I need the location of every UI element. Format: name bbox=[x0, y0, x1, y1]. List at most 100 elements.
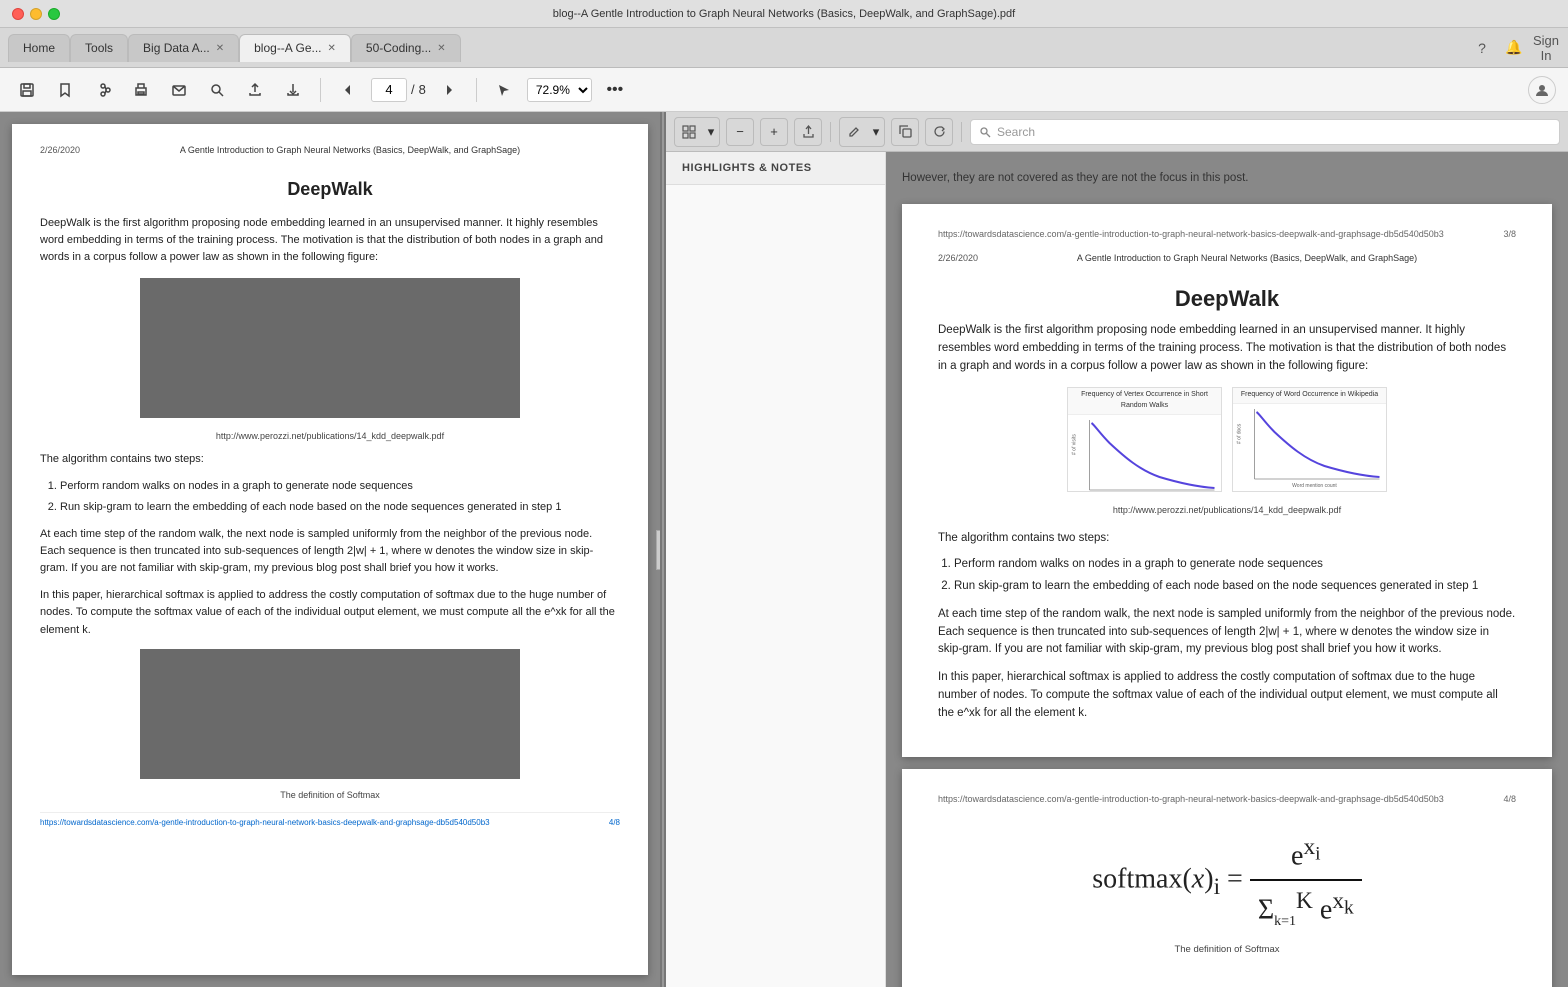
zoom-select[interactable]: 72.9% 50% 75% 100% 125% bbox=[527, 78, 592, 102]
toolbar-separator bbox=[830, 122, 831, 142]
right-step2: Run skip-gram to learn the embedding of … bbox=[954, 578, 1516, 596]
main-area: 2/26/2020 A Gentle Introduction to Graph… bbox=[0, 112, 1568, 987]
right-pdf-page3: https://towardsdatascience.com/a-gentle-… bbox=[902, 204, 1552, 757]
right-para1: At each time step of the random walk, th… bbox=[938, 606, 1516, 659]
charts-container: Frequency of Vertex Occurrence in Short … bbox=[938, 387, 1516, 492]
zoom-in-right-button[interactable]: + bbox=[760, 118, 788, 146]
right-pdf-viewer[interactable]: However, they are not covered as they ar… bbox=[886, 152, 1568, 987]
download-button[interactable] bbox=[278, 75, 308, 105]
page-number-input[interactable] bbox=[371, 78, 407, 102]
close-button[interactable] bbox=[12, 8, 24, 20]
chart-vertex-inner: Vertex visitation count # of visits bbox=[1068, 415, 1221, 492]
right-search-box[interactable]: Search bbox=[970, 119, 1560, 145]
right-p3-url: https://towardsdatascience.com/a-gentle-… bbox=[938, 228, 1444, 242]
left-step2: Run skip-gram to learn the embedding of … bbox=[60, 499, 620, 516]
left-deepwalk-image bbox=[140, 278, 520, 418]
left-pdf-date: 2/26/2020 bbox=[40, 144, 80, 166]
right-steps-list: Perform random walks on nodes in a graph… bbox=[954, 556, 1516, 596]
tab-home[interactable]: Home bbox=[8, 34, 70, 62]
right-section: ▾ − + ▾ bbox=[666, 112, 1568, 987]
pencil-dropdown[interactable]: ▾ bbox=[868, 118, 884, 146]
full-right-area: HIGHLIGHTS & NOTES However, they are not… bbox=[666, 152, 1568, 987]
right-p3-num: 3/8 bbox=[1503, 228, 1516, 242]
tab-blog[interactable]: blog--A Ge... ✕ bbox=[239, 34, 351, 62]
chart-word: Frequency of Word Occurrence in Wikipedi… bbox=[1232, 387, 1387, 492]
tab-blog-label: blog--A Ge... bbox=[254, 41, 321, 55]
layout-dropdown[interactable]: ▾ bbox=[703, 118, 719, 146]
next-page-button[interactable] bbox=[434, 75, 464, 105]
toolbar-sep2 bbox=[961, 122, 962, 142]
chart-vertex-title: Frequency of Vertex Occurrence in Short … bbox=[1068, 388, 1221, 415]
tab-tools[interactable]: Tools bbox=[70, 34, 128, 62]
titlebar: blog--A Gentle Introduction to Graph Neu… bbox=[0, 0, 1568, 28]
page-separator: / bbox=[411, 82, 415, 97]
notification-button[interactable]: 🔔 bbox=[1500, 34, 1528, 62]
share-right-button[interactable] bbox=[794, 118, 822, 146]
left-image-caption: http://www.perozzi.net/publications/14_k… bbox=[40, 430, 620, 444]
email-button[interactable] bbox=[164, 75, 194, 105]
bookmark-button[interactable] bbox=[50, 75, 80, 105]
tab-bigdata-label: Big Data A... bbox=[143, 41, 210, 55]
help-button[interactable]: ? bbox=[1468, 34, 1496, 62]
chart-vertex: Frequency of Vertex Occurrence in Short … bbox=[1067, 387, 1222, 492]
right-p3-date: 2/26/2020 bbox=[938, 252, 978, 266]
tab-coding-close[interactable]: ✕ bbox=[437, 43, 445, 54]
maximize-button[interactable] bbox=[48, 8, 60, 20]
left-side-toggle[interactable]: ◁ bbox=[656, 530, 660, 570]
left-para2: In this paper, hierarchical softmax is a… bbox=[40, 587, 620, 638]
search-icon bbox=[979, 126, 991, 138]
left-pdf-pane: 2/26/2020 A Gentle Introduction to Graph… bbox=[0, 112, 660, 987]
left-steps-list: Perform random walks on nodes in a graph… bbox=[40, 478, 620, 516]
right-p3-centertitle: A Gentle Introduction to Graph Neural Ne… bbox=[1077, 252, 1417, 266]
copy-right-button[interactable] bbox=[891, 118, 919, 146]
zoom-out-right-button[interactable]: − bbox=[726, 118, 754, 146]
tab-bigdata-close[interactable]: ✕ bbox=[216, 43, 224, 54]
minimize-button[interactable] bbox=[30, 8, 42, 20]
right-toolbar: ▾ − + ▾ bbox=[666, 112, 1568, 152]
tab-bigdata[interactable]: Big Data A... ✕ bbox=[128, 34, 239, 62]
layout-button[interactable] bbox=[675, 118, 703, 146]
print-button[interactable] bbox=[126, 75, 156, 105]
svg-text:# of visits: # of visits bbox=[1072, 434, 1078, 455]
tabs-area: Home Tools Big Data A... ✕ blog--A Ge...… bbox=[8, 34, 1464, 62]
left-para1: At each time step of the random walk, th… bbox=[40, 526, 620, 577]
svg-text:# of docs: # of docs bbox=[1237, 423, 1243, 444]
left-pdf-center-title: A Gentle Introduction to Graph Neural Ne… bbox=[180, 144, 520, 158]
tab-tools-label: Tools bbox=[85, 41, 113, 55]
prev-page-button[interactable] bbox=[333, 75, 363, 105]
tab-blog-close[interactable]: ✕ bbox=[328, 43, 336, 54]
highlights-panel: HIGHLIGHTS & NOTES bbox=[666, 152, 886, 987]
share-button[interactable] bbox=[88, 75, 118, 105]
search-pdf-button[interactable] bbox=[202, 75, 232, 105]
signin-button[interactable]: Sign In bbox=[1532, 34, 1560, 62]
chart-word-title: Frequency of Word Occurrence in Wikipedi… bbox=[1233, 388, 1386, 404]
right-step1: Perform random walks on nodes in a graph… bbox=[954, 556, 1516, 574]
left-pdf-page[interactable]: 2/26/2020 A Gentle Introduction to Graph… bbox=[12, 124, 648, 975]
softmax-caption: The definition of Softmax bbox=[938, 943, 1516, 958]
right-section-title: DeepWalk bbox=[938, 282, 1516, 316]
save-button[interactable] bbox=[12, 75, 42, 105]
tab-home-label: Home bbox=[23, 41, 55, 55]
chart-word-inner: Word mention count # of docs bbox=[1233, 404, 1386, 489]
softmax-formula-display: softmax(x)i = exi Σk=1K exk bbox=[938, 827, 1516, 935]
charts-caption: http://www.perozzi.net/publications/14_k… bbox=[938, 504, 1516, 518]
divider[interactable] bbox=[660, 112, 666, 987]
right-p4-url: https://towardsdatascience.com/a-gentle-… bbox=[938, 793, 1444, 807]
left-section-title: DeepWalk bbox=[40, 176, 620, 203]
traffic-lights bbox=[12, 8, 60, 20]
tab-coding[interactable]: 50-Coding... ✕ bbox=[351, 34, 461, 62]
left-two-steps: The algorithm contains two steps: bbox=[40, 451, 620, 468]
upload-button[interactable] bbox=[240, 75, 270, 105]
left-softmax-image bbox=[140, 649, 520, 779]
browser-toolbar: Home Tools Big Data A... ✕ blog--A Ge...… bbox=[0, 28, 1568, 68]
user-avatar[interactable] bbox=[1528, 76, 1556, 104]
pencil-button[interactable] bbox=[840, 118, 868, 146]
pdf-toolbar: / 8 72.9% 50% 75% 100% 125% ••• bbox=[0, 68, 1568, 112]
more-options-button[interactable]: ••• bbox=[600, 75, 630, 105]
right-pdf-page4: https://towardsdatascience.com/a-gentle-… bbox=[902, 769, 1552, 987]
top-note: However, they are not covered as they ar… bbox=[902, 168, 1552, 192]
select-tool-button[interactable] bbox=[489, 75, 519, 105]
right-p3-intro: DeepWalk is the first algorithm proposin… bbox=[938, 322, 1516, 375]
right-two-steps: The algorithm contains two steps: bbox=[938, 530, 1516, 548]
refresh-right-button[interactable] bbox=[925, 118, 953, 146]
